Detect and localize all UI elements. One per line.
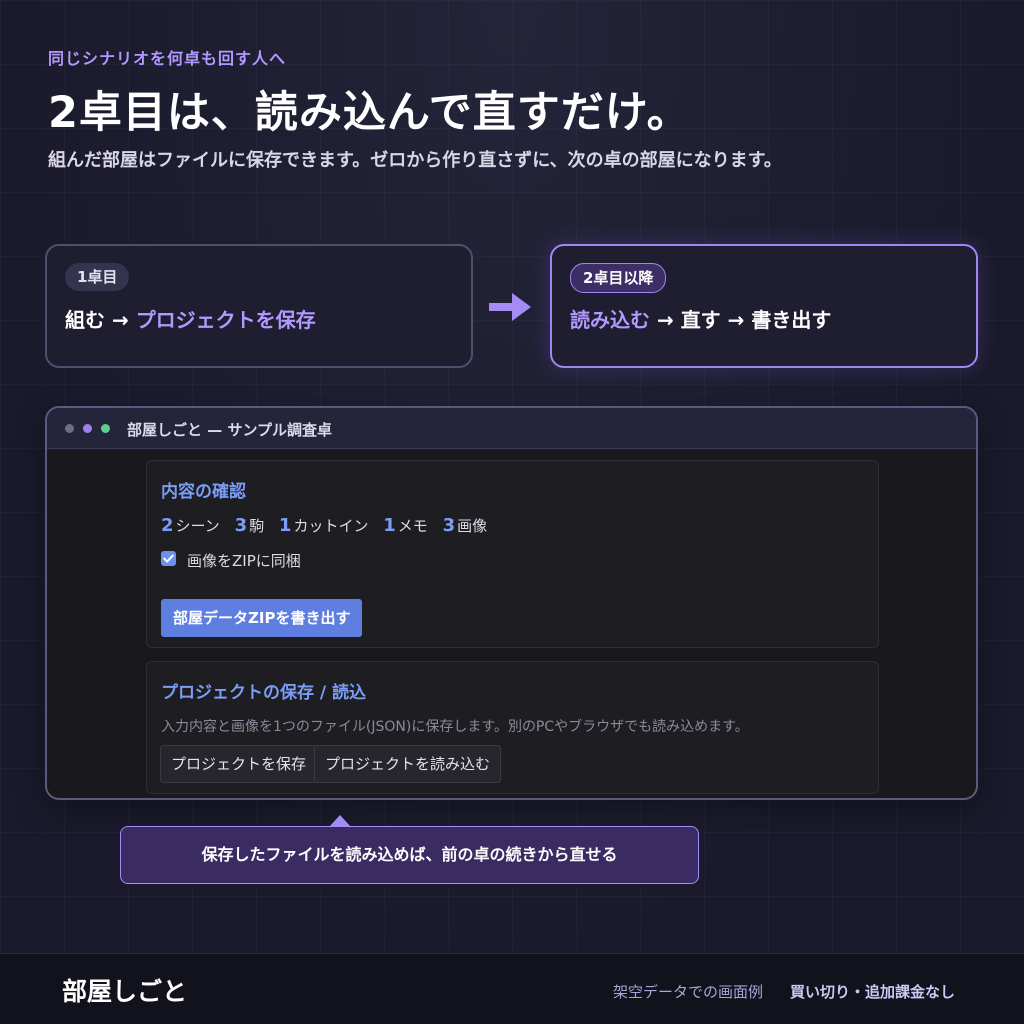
stat-label: 駒 (249, 517, 265, 535)
subline: 組んだ部屋はファイルに保存できます。ゼロから作り直さずに、次の卓の部屋になります… (48, 150, 782, 171)
step-action: 直す (680, 308, 721, 332)
project-description: 入力内容と画像を1つのファイル(JSON)に保存します。別のPCやブラウザでも読… (161, 719, 749, 735)
arrow-right-icon (486, 290, 534, 324)
step-card-later-sessions: 2卓目以降 読み込む → 直す → 書き出す (550, 244, 978, 368)
summary-panel: 内容の確認 2 シーン 3駒 1 カットイン 1 メモ 3 画像 画像をZIPに同梱 部… (146, 460, 879, 648)
window-control-dot[interactable] (83, 424, 92, 433)
stat-cutins: 1 カットイン (278, 515, 369, 536)
summary-title: 内容の確認 (161, 482, 246, 502)
callout-box: 保存したファイルを読み込めば、前の卓の続きから直せる (120, 826, 699, 884)
step-action: 組む (65, 308, 105, 332)
checkmark-icon (163, 554, 174, 563)
stat-label: シーン (175, 517, 220, 535)
footer-note-sample: 架空データでの画面例 (613, 983, 764, 1001)
stat-scenes: 2 シーン (161, 515, 220, 536)
step-badge: 1卓目 (65, 263, 130, 291)
window-control-dot[interactable] (65, 424, 74, 433)
save-project-button[interactable]: プロジェクトを保存 (160, 745, 318, 783)
stats-row: 2 シーン 3駒 1 カットイン 1 メモ 3 画像 (161, 515, 497, 536)
stat-pieces: 3駒 (234, 515, 265, 536)
window-control-dot[interactable] (101, 424, 110, 433)
footer-note-pricing: 買い切り・追加課金なし (790, 983, 956, 1001)
load-project-button[interactable]: プロジェクトを読み込む (314, 745, 502, 783)
stat-label: メモ (397, 517, 428, 535)
stat-count: 3 (442, 515, 456, 536)
stat-memos: 1 メモ (383, 515, 428, 536)
step-badge: 2卓目以降 (570, 263, 667, 293)
window-title: 部屋しごと — サンプル調査卓 (127, 421, 332, 439)
step-action: 書き出す (751, 308, 832, 332)
eyebrow-text: 同じシナリオを何卓も回す人へ (48, 49, 287, 68)
project-panel: プロジェクトの保存 / 読込 入力内容と画像を1つのファイル(JSON)に保存し… (146, 661, 879, 794)
flow-arrow-text: → (720, 308, 752, 332)
stat-count: 1 (278, 515, 292, 536)
flow-arrow-text: → (650, 308, 681, 332)
project-title: プロジェクトの保存 / 読込 (161, 683, 367, 703)
app-window: 部屋しごと — サンプル調査卓 内容の確認 2 シーン 3駒 1 カットイン 1 メモ… (45, 406, 978, 800)
stat-count: 2 (161, 515, 174, 536)
step-flow: 読み込む → 直す → 書き出す (570, 304, 831, 333)
window-titlebar: 部屋しごと — サンプル調査卓 (47, 408, 976, 449)
step-action-highlight: 読み込む (570, 308, 650, 332)
step-flow: 組む → プロジェクトを保存 (65, 304, 316, 333)
export-zip-button[interactable]: 部屋データZIPを書き出す (161, 599, 363, 637)
stat-count: 3 (234, 515, 248, 536)
step-action-highlight: プロジェクトを保存 (135, 308, 316, 332)
stat-images: 3 画像 (442, 515, 488, 536)
headline: 2卓目は、読み込んで直すだけ。 (48, 88, 691, 138)
flow-arrow-text: → (105, 308, 136, 332)
stat-label: 画像 (457, 517, 488, 535)
step-card-first-session: 1卓目 組む → プロジェクトを保存 (45, 244, 473, 368)
bundle-images-label: 画像をZIPに同梱 (187, 552, 301, 570)
bundle-images-checkbox[interactable] (161, 551, 176, 566)
stat-count: 1 (383, 515, 396, 536)
brand-logo-text: 部屋しごと (62, 977, 188, 1006)
stat-label: カットイン (293, 517, 369, 535)
footer: 部屋しごと 架空データでの画面例 買い切り・追加課金なし (0, 953, 1024, 1024)
